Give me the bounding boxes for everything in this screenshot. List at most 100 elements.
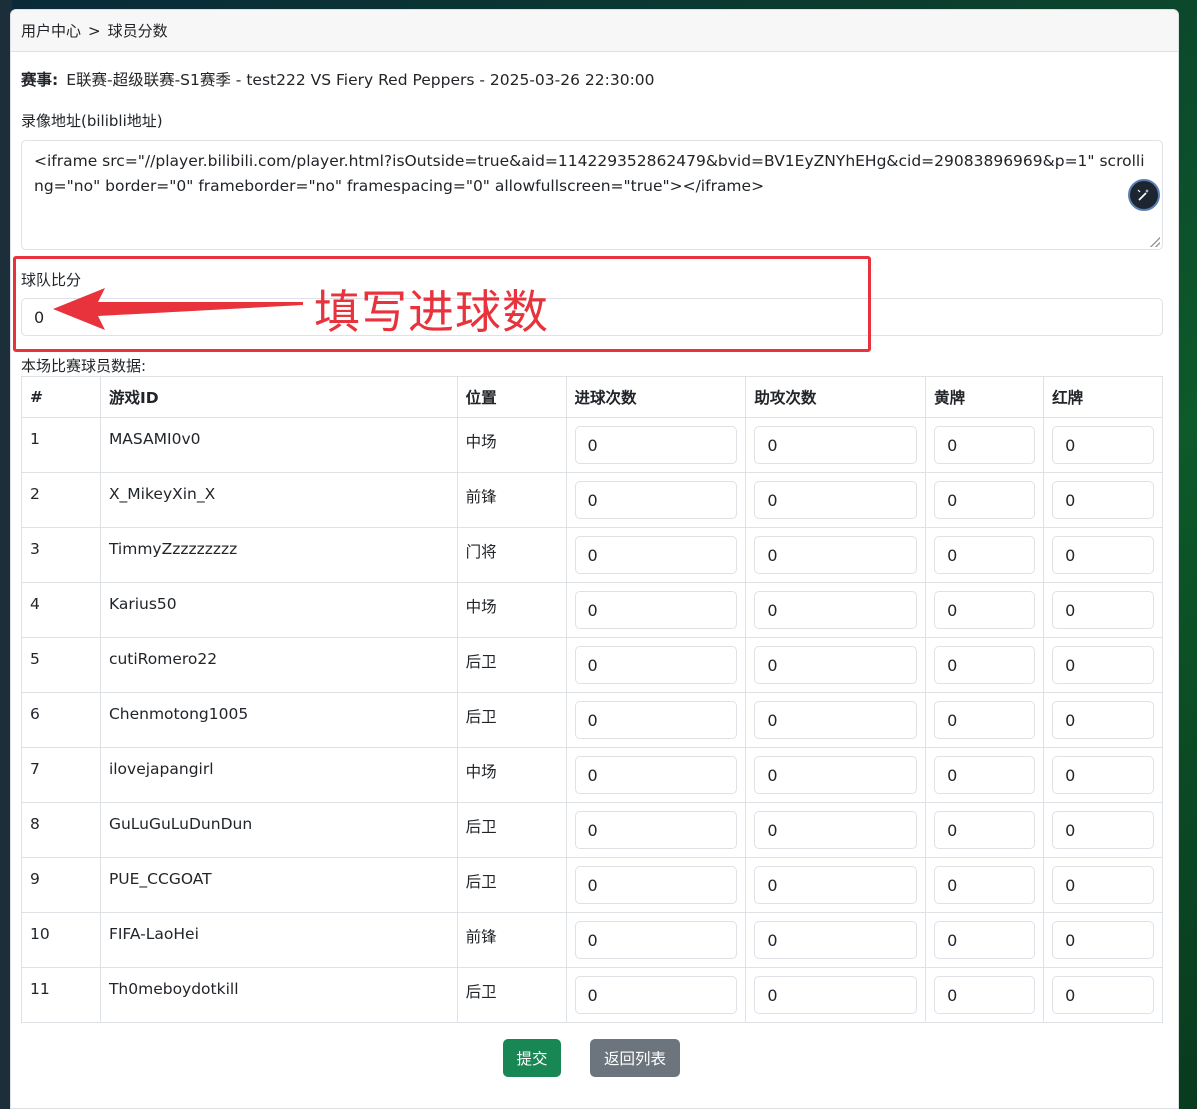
row-number: 10 [21,912,101,968]
back-to-list-button[interactable]: 返回列表 [590,1039,680,1077]
yellow-cards-input[interactable]: 0 [934,756,1036,794]
resize-grip-icon[interactable] [1150,237,1160,247]
assists-cell: 0 [745,857,927,913]
red-cards-input[interactable]: 0 [1052,811,1154,849]
assists-input[interactable]: 0 [754,866,918,904]
match-label: 赛事: [21,71,59,89]
assists-input[interactable]: 0 [754,811,918,849]
red-cards-input[interactable]: 0 [1052,921,1154,959]
assists-cell: 0 [745,527,927,583]
red-cards-cell: 0 [1043,417,1163,473]
yellow-cards-input[interactable]: 0 [934,976,1036,1014]
breadcrumb-current: 球员分数 [107,22,168,40]
yellow-cards-cell: 0 [925,747,1045,803]
red-cards-input[interactable]: 0 [1052,426,1154,464]
yellow-cards-cell: 0 [925,802,1045,858]
red-cards-cell: 0 [1043,582,1163,638]
player-game-id: cutiRomero22 [99,637,458,693]
goals-input[interactable]: 0 [574,591,738,629]
assists-input[interactable]: 0 [754,536,918,574]
assists-input[interactable]: 0 [754,646,918,684]
row-number: 7 [21,747,101,803]
assists-cell: 0 [745,967,927,1023]
goals-cell: 0 [565,967,747,1023]
team-score-label: 球队比分 [21,271,82,289]
goals-value: 0 [587,765,598,785]
red-cards-input[interactable]: 0 [1052,481,1154,519]
yellow-cards-input[interactable]: 0 [934,701,1036,739]
yellow-cards-cell: 0 [925,472,1045,528]
breadcrumb-home[interactable]: 用户中心 [21,20,81,41]
goals-input[interactable]: 0 [574,701,738,739]
table-row: 2 X_MikeyXin_X 前锋 0 0 0 0 [21,472,1163,528]
player-game-id: FIFA-LaoHei [99,912,458,968]
yellow-cards-cell: 0 [925,637,1045,693]
assists-input[interactable]: 0 [754,921,918,959]
yellow-cards-input[interactable]: 0 [934,536,1036,574]
red-cards-input[interactable]: 0 [1052,701,1154,739]
red-cards-value: 0 [1065,765,1076,785]
table-row: 7 ilovejapangirl 中场 0 0 0 0 [21,747,1163,803]
assists-input[interactable]: 0 [754,591,918,629]
yellow-cards-input[interactable]: 0 [934,426,1036,464]
yellow-cards-input[interactable]: 0 [934,591,1036,629]
red-cards-cell: 0 [1043,857,1163,913]
row-number: 8 [21,802,101,858]
yellow-cards-cell: 0 [925,527,1045,583]
yellow-cards-input[interactable]: 0 [934,811,1036,849]
red-cards-value: 0 [1065,435,1076,455]
red-cards-input[interactable]: 0 [1052,591,1154,629]
yellow-cards-cell: 0 [925,692,1045,748]
goals-input[interactable]: 0 [574,866,738,904]
player-position: 中场 [456,417,567,473]
red-cards-input[interactable]: 0 [1052,536,1154,574]
row-number: 1 [21,417,101,473]
yellow-cards-input[interactable]: 0 [934,481,1036,519]
red-cards-value: 0 [1065,545,1076,565]
red-cards-input[interactable]: 0 [1052,756,1154,794]
player-position: 门将 [456,527,567,583]
assists-input[interactable]: 0 [754,756,918,794]
red-cards-cell: 0 [1043,802,1163,858]
player-position: 后卫 [456,637,567,693]
goals-input[interactable]: 0 [574,976,738,1014]
red-cards-cell: 0 [1043,692,1163,748]
assists-value: 0 [767,435,778,455]
assists-value: 0 [767,490,778,510]
yellow-cards-value: 0 [947,435,958,455]
assists-input[interactable]: 0 [754,481,918,519]
yellow-cards-input[interactable]: 0 [934,866,1036,904]
goals-input[interactable]: 0 [574,536,738,574]
red-cards-input[interactable]: 0 [1052,866,1154,904]
goals-input[interactable]: 0 [574,756,738,794]
assists-input[interactable]: 0 [754,701,918,739]
goals-input[interactable]: 0 [574,921,738,959]
yellow-cards-value: 0 [947,765,958,785]
assists-cell: 0 [745,692,927,748]
goals-value: 0 [587,820,598,840]
assists-input[interactable]: 0 [754,426,918,464]
col-header-no: # [21,376,101,418]
table-row: 4 Karius50 中场 0 0 0 0 [21,582,1163,638]
video-url-textarea[interactable]: <iframe src="//player.bilibili.com/playe… [21,140,1163,250]
red-cards-input[interactable]: 0 [1052,976,1154,1014]
submit-button[interactable]: 提交 [503,1039,561,1077]
breadcrumb-separator: > [88,21,101,40]
goals-input[interactable]: 0 [574,646,738,684]
yellow-cards-input[interactable]: 0 [934,921,1036,959]
yellow-cards-input[interactable]: 0 [934,646,1036,684]
magic-wand-icon[interactable] [1128,179,1160,211]
goals-input[interactable]: 0 [574,811,738,849]
assists-value: 0 [767,600,778,620]
red-cards-input[interactable]: 0 [1052,646,1154,684]
row-number: 6 [21,692,101,748]
assists-value: 0 [767,985,778,1005]
player-game-id: Karius50 [99,582,458,638]
assists-value: 0 [767,930,778,950]
player-game-id: Th0meboydotkill [99,967,458,1023]
goals-input[interactable]: 0 [574,426,738,464]
red-cards-value: 0 [1065,820,1076,840]
assists-input[interactable]: 0 [754,976,918,1014]
goals-input[interactable]: 0 [574,481,738,519]
red-cards-cell: 0 [1043,637,1163,693]
